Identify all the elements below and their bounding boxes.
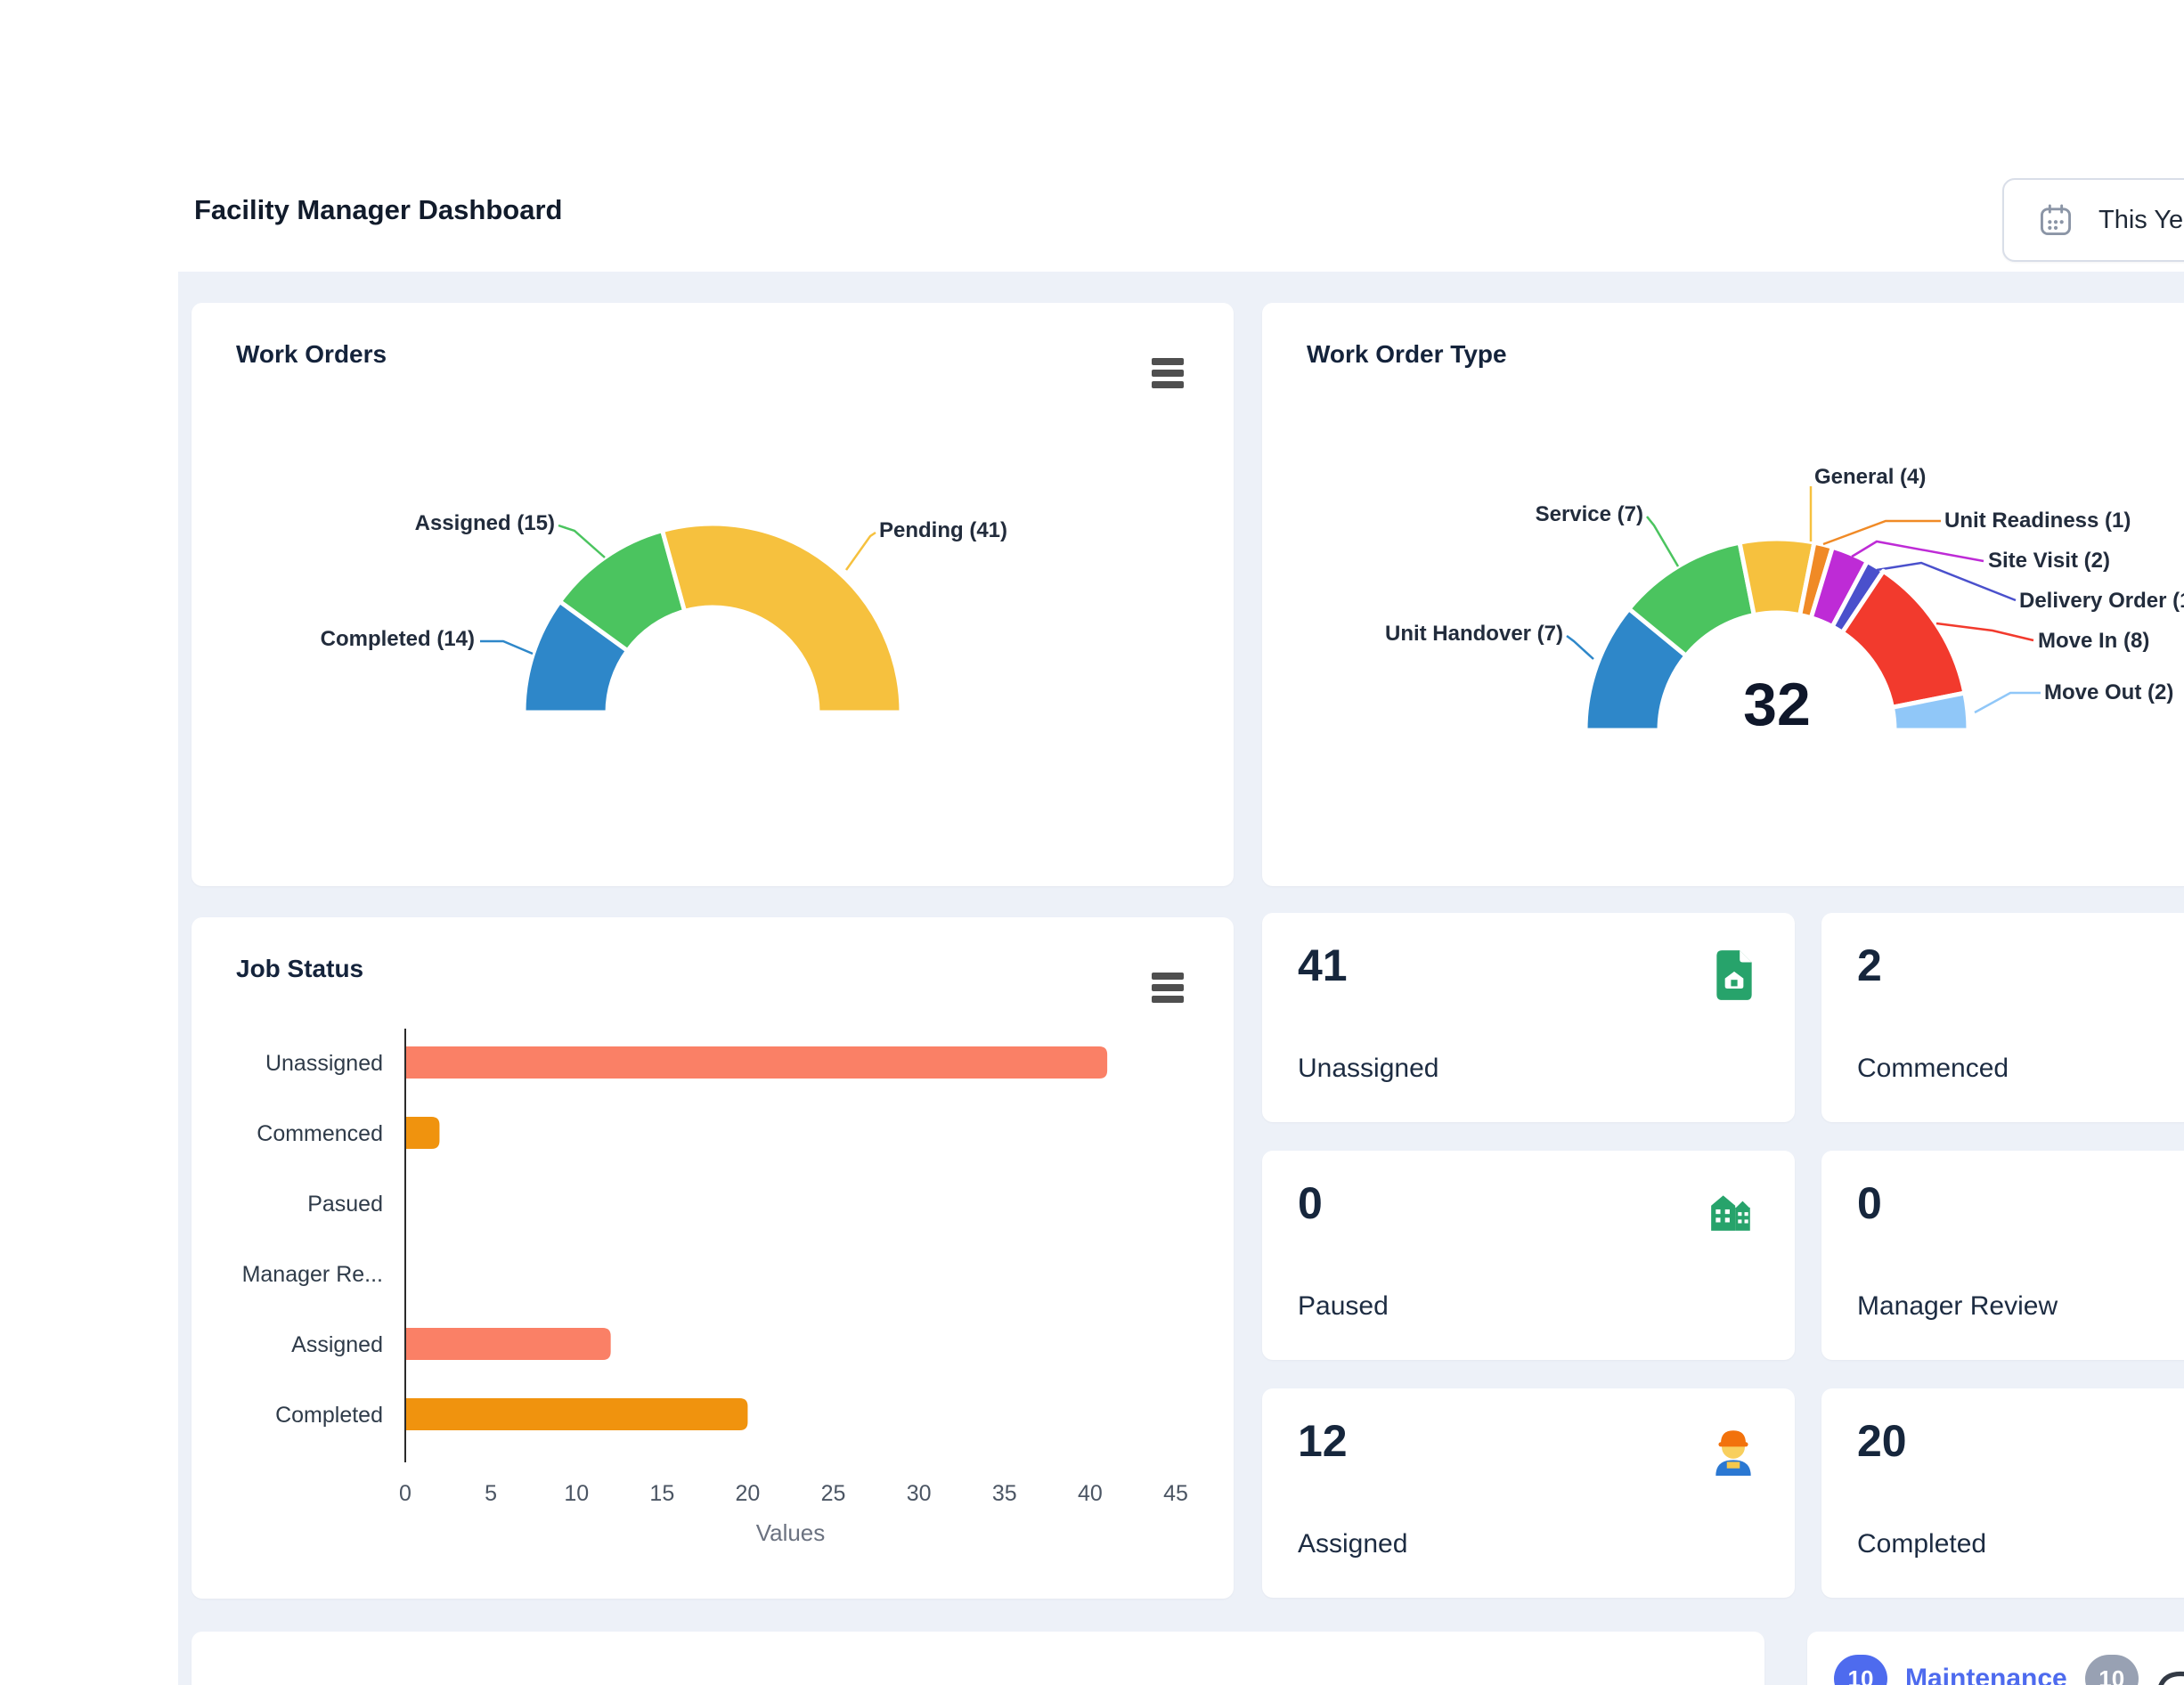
label-leader-line: [480, 641, 533, 654]
stat-card-paused: 0 Paused: [1262, 1151, 1795, 1360]
x-axis-tick: 0: [399, 1481, 412, 1506]
bar-category-label: Assigned: [291, 1332, 383, 1357]
bar-category-label: Completed: [275, 1403, 383, 1428]
donut-label: General (4): [1814, 465, 1926, 490]
bar-category-label: Pasued: [307, 1192, 383, 1217]
job-status-chart: Unassigned Commenced Pasued Manager Re... As…: [192, 917, 1234, 1599]
label-leader-line: [1647, 517, 1678, 566]
stat-label: Completed: [1857, 1529, 1986, 1559]
stat-value: 41: [1298, 940, 1348, 991]
donut-label: Pending (41): [879, 518, 1007, 543]
label-leader-line: [846, 533, 876, 570]
x-axis-tick: 35: [992, 1481, 1017, 1506]
maintenance-label: Maintenance: [1905, 1664, 2067, 1685]
x-axis-tick: 5: [485, 1481, 497, 1506]
page-title: Facility Manager Dashboard: [194, 194, 562, 226]
bar-category-label: Unassigned: [265, 1051, 383, 1076]
x-axis-tick: 20: [736, 1481, 761, 1506]
bottom-left-card: [192, 1632, 1764, 1685]
stat-label: Unassigned: [1298, 1054, 1438, 1084]
period-select-button[interactable]: This Year: [2002, 178, 2184, 262]
bar-completed[interactable]: [405, 1398, 747, 1430]
stat-card-completed: 20 Completed: [1821, 1388, 2184, 1598]
label-leader-line: [1975, 693, 2041, 712]
donut-label: Move In (8): [2038, 629, 2149, 654]
bar-commenced[interactable]: [405, 1117, 439, 1149]
x-axis-tick: 45: [1163, 1481, 1188, 1506]
bar-category-label: Commenced: [257, 1121, 383, 1146]
job-status-card: Job Status UnassignedCommencedPasuedMana…: [192, 917, 1234, 1599]
donut-label: Unit Handover (7): [1385, 622, 1563, 647]
stat-card-assigned: 12 Assigned: [1262, 1388, 1795, 1598]
work-orders-chart: [192, 303, 1234, 886]
buildings-icon: [1707, 1186, 1756, 1239]
label-leader-line: [1823, 521, 1941, 544]
bottom-right-card: 10 Maintenance 10: [1807, 1632, 2184, 1685]
facility-manager-dashboard: Facility Manager Dashboard This Year Wor…: [0, 0, 2184, 1685]
stat-label: Paused: [1298, 1291, 1389, 1322]
calendar-icon: [2038, 202, 2074, 238]
document-icon: [1713, 948, 1756, 1006]
x-axis-tick: 30: [907, 1481, 932, 1506]
donut-label: Assigned (15): [415, 511, 555, 536]
count-badge: 10: [1834, 1655, 1887, 1685]
x-axis-tick: 15: [649, 1481, 674, 1506]
worker-icon: [1711, 1424, 1756, 1480]
donut-label: Site Visit (2): [1988, 549, 2110, 574]
x-axis-title: Values: [756, 1519, 826, 1546]
stat-label: Assigned: [1298, 1529, 1407, 1559]
bar-unassigned[interactable]: [405, 1046, 1107, 1079]
stat-value: 0: [1857, 1177, 1882, 1229]
donut-label: Service (7): [1536, 502, 1643, 527]
x-axis-tick: 40: [1078, 1481, 1103, 1506]
label-leader-line: [1936, 623, 2033, 640]
donut-label: Delivery Order (1): [2019, 589, 2184, 614]
x-axis-tick: 10: [564, 1481, 589, 1506]
stat-card-commenced: 2 Commenced: [1821, 913, 2184, 1122]
stat-value: 12: [1298, 1415, 1348, 1467]
stat-card-manager-review: 0 Manager Review: [1821, 1151, 2184, 1360]
period-select-label: This Year: [2098, 206, 2184, 235]
stat-value: 0: [1298, 1177, 1323, 1229]
label-leader-line: [558, 525, 605, 558]
work-order-type-total: 32: [1679, 670, 1875, 739]
donut-label: Move Out (2): [2044, 680, 2173, 705]
work-order-type-card: Work Order Type Unit Handover (7)Service…: [1262, 303, 2184, 886]
maintenance-row[interactable]: 10 Maintenance 10: [1807, 1632, 2184, 1685]
stat-value: 20: [1857, 1415, 1907, 1467]
bar-assigned[interactable]: [405, 1328, 611, 1360]
donut-slice-pending[interactable]: [663, 524, 901, 712]
bar-category-label: Manager Re...: [242, 1262, 383, 1287]
work-orders-card: Work Orders Completed (14)Assigned (15)P…: [192, 303, 1234, 886]
donut-label: Unit Readiness (1): [1944, 509, 2131, 533]
stat-label: Manager Review: [1857, 1291, 2058, 1322]
label-leader-line: [1852, 541, 1984, 561]
stat-label: Commenced: [1857, 1054, 2009, 1084]
stat-value: 2: [1857, 940, 1882, 991]
count-badge: 10: [2085, 1655, 2139, 1685]
mini-arc-icon: [2156, 1662, 2184, 1685]
donut-label: Completed (14): [321, 627, 475, 652]
stat-card-unassigned: 41 Unassigned: [1262, 913, 1795, 1122]
label-leader-line: [1567, 636, 1593, 659]
x-axis-tick: 25: [821, 1481, 846, 1506]
